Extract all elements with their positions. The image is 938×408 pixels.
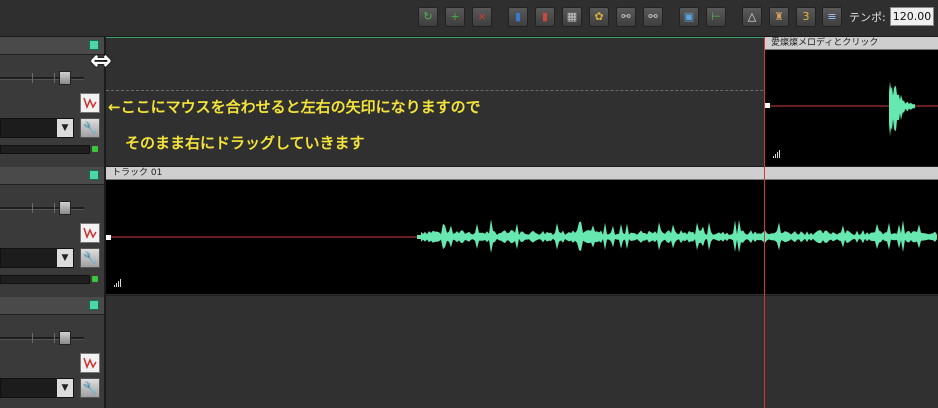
chevron-down-icon: ▼ (57, 249, 73, 267)
playhead[interactable] (764, 37, 765, 408)
wrench-icon: 🔧 (82, 381, 98, 395)
metronome-icon[interactable]: △ (742, 7, 762, 27)
volume-fader[interactable] (0, 71, 88, 85)
output-select[interactable]: ▼ (0, 118, 74, 138)
envelope-icon (83, 97, 97, 110)
signal-bars-icon (773, 150, 783, 158)
unlink-icon[interactable]: ⚯ (643, 7, 663, 27)
annotation-line-1: ←ここにマウスを合わせると左右の矢印になりますので (108, 98, 481, 116)
clip-track01[interactable] (106, 180, 938, 294)
wrench-icon: 🔧 (82, 121, 98, 135)
track-header-bar (0, 297, 104, 315)
volume-fader[interactable] (0, 201, 88, 215)
keyboard-icon[interactable]: ▦ (562, 7, 582, 27)
mixer-alt-icon[interactable]: ▮ (535, 7, 555, 27)
annotation-line-2: そのまま右にドラッグしていきます (125, 134, 365, 152)
level-meter (0, 275, 90, 284)
level-meter (0, 145, 90, 154)
fader-knob[interactable] (59, 331, 71, 345)
output-select[interactable]: ▼ (0, 378, 74, 398)
clip-header-melody[interactable]: 愛燦燦メロディとクリック (765, 37, 938, 50)
tempo-label: テンポ: (849, 11, 886, 24)
settings-button[interactable]: 🔧 (80, 248, 100, 268)
envelope-button[interactable] (80, 353, 100, 373)
delete-track-icon[interactable]: × (472, 7, 492, 27)
count-in-icon[interactable]: 3 (796, 7, 816, 27)
track-header-bar (0, 37, 104, 55)
level-indicator (92, 276, 98, 282)
track-header-panel: ▼ 🔧 ▼ 🔧 ▼ 🔧 (0, 37, 104, 408)
clip-header-track01[interactable]: トラック 01 (106, 167, 938, 180)
chevron-down-icon: ▼ (57, 119, 73, 137)
tempo-input[interactable]: 120.00 (890, 7, 934, 26)
track-header-bar (0, 167, 104, 185)
effect-icon[interactable]: ✿ (589, 7, 609, 27)
fader-knob[interactable] (59, 71, 71, 85)
toolbar: ↻ + × ▮ ▮ ▦ ✿ ⚯ ⚯ ▣ ⊢ △ ♜ 3 ≡ テンポ: 120.00 (0, 0, 938, 37)
track-color-square[interactable] (89, 300, 99, 310)
fader-knob[interactable] (59, 201, 71, 215)
settings-button[interactable]: 🔧 (80, 378, 100, 398)
envelope-button[interactable] (80, 223, 100, 243)
loop-icon[interactable]: ↻ (418, 7, 438, 27)
marker-icon[interactable]: ⊢ (706, 7, 726, 27)
link-icon[interactable]: ⚯ (616, 7, 636, 27)
add-track-icon[interactable]: + (445, 7, 465, 27)
timeline-area[interactable]: 愛燦燦メロディとクリック トラック 01 ←ここにマウスを合わせると左右の矢印に… (106, 37, 938, 408)
envelope-button[interactable] (80, 93, 100, 113)
lane-separator (106, 295, 938, 296)
mixer-icon[interactable]: ▮ (508, 7, 528, 27)
output-select[interactable]: ▼ (0, 248, 74, 268)
waveform-track01 (106, 219, 937, 254)
settings-button[interactable]: 🔧 (80, 118, 100, 138)
wrench-icon: 🔧 (82, 251, 98, 265)
waveform-melody (765, 81, 938, 137)
level-indicator (92, 146, 98, 152)
volume-fader[interactable] (0, 331, 88, 345)
envelope-icon (83, 227, 97, 240)
track-color-square[interactable] (89, 170, 99, 180)
record-device-icon[interactable]: ♜ (769, 7, 789, 27)
resize-horizontal-icon: ⇔ (90, 46, 112, 76)
signal-bars-icon (114, 279, 124, 287)
tempo-icon[interactable]: ≡ (822, 7, 842, 27)
snapshot-icon[interactable]: ▣ (679, 7, 699, 27)
envelope-icon (83, 357, 97, 370)
chevron-down-icon: ▼ (57, 379, 73, 397)
clip-melody[interactable] (765, 50, 938, 166)
